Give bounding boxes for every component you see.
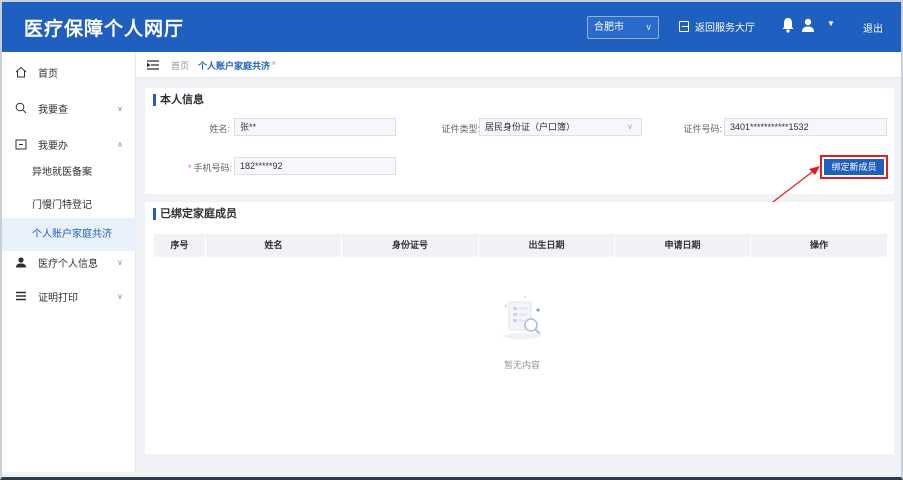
column-header: 申请日期 xyxy=(615,234,751,257)
sidebar-item-label: 首页 xyxy=(38,68,58,80)
back-to-service-hall-link[interactable]: 返回服务大厅 xyxy=(679,19,755,34)
close-icon[interactable]: × xyxy=(271,58,276,68)
home-icon xyxy=(15,66,27,78)
sidebar-item-home[interactable]: 首页 xyxy=(2,54,136,90)
folder-icon xyxy=(15,139,27,150)
top-header: 医疗保障个人网厅 合肥市 ∨ 返回服务大厅 ▼ 退出 xyxy=(2,2,901,52)
bind-new-member-button[interactable]: 绑定新成员 xyxy=(824,159,884,175)
column-header: 操作 xyxy=(809,240,828,250)
bind-new-member-highlight: 绑定新成员 xyxy=(820,155,888,179)
city-select-value: 合肥市 xyxy=(594,22,624,33)
chevron-down-icon: ∨ xyxy=(645,22,652,32)
family-members-title: 已绑定家庭成员 xyxy=(153,208,237,220)
user-menu-caret-icon[interactable]: ▼ xyxy=(827,19,835,28)
sidebar-item-medical-info[interactable]: 医疗个人信息 ∨ xyxy=(2,244,136,280)
chevron-down-icon: ∨ xyxy=(627,122,633,131)
app-frame: 医疗保障个人网厅 合肥市 ∨ 返回服务大厅 ▼ 退出 首页 我要查 ∨ 我要办 … xyxy=(0,0,903,480)
name-value: 张** xyxy=(240,122,257,132)
empty-data-icon xyxy=(503,296,541,339)
search-icon xyxy=(15,102,27,114)
city-select[interactable]: 合肥市 ∨ xyxy=(587,16,659,39)
exit-icon xyxy=(679,21,689,32)
personal-info-title: 本人信息 xyxy=(153,94,204,106)
sidebar-item-query[interactable]: 我要查 ∨ xyxy=(2,90,136,126)
sidebar: 首页 我要查 ∨ 我要办 ∧ 异地就医备案 门慢门特登记 个人账户家庭共济 医疗… xyxy=(2,52,136,472)
name-label: 姓名: xyxy=(209,124,230,134)
logout-button[interactable]: 退出 xyxy=(863,20,883,35)
phone-label-text: 手机号码: xyxy=(193,163,232,173)
tab-family-mutual-aid[interactable]: 个人账户家庭共济 xyxy=(198,59,270,72)
column-header: 身份证号 xyxy=(342,234,479,257)
family-table-header: 序号 姓名 身份证号 出生日期 申请日期 操作 xyxy=(154,234,887,257)
empty-state-text: 暂无内容 xyxy=(503,360,540,370)
sidebar-item-label: 证明打印 xyxy=(38,292,78,304)
chevron-down-icon: ∨ xyxy=(117,257,123,267)
sidebar-item-label: 我要办 xyxy=(38,140,68,152)
bell-icon[interactable] xyxy=(781,17,795,33)
phone-field[interactable]: 182*****92 xyxy=(234,157,396,175)
back-link-label: 返回服务大厅 xyxy=(695,23,755,34)
sidebar-item-label: 医疗个人信息 xyxy=(38,258,98,270)
sidebar-subitem-remote-medical[interactable]: 异地就医备案 xyxy=(2,156,136,189)
tab-bar: 首页 个人账户家庭共济 × xyxy=(136,52,901,78)
column-header: 序号 xyxy=(154,234,206,257)
id-type-value: 居民身份证（户口簿） xyxy=(485,122,576,132)
id-number-value: 3401***********1532 xyxy=(730,122,809,132)
menu-icon xyxy=(16,291,26,301)
user-avatar-icon[interactable] xyxy=(801,17,815,33)
sidebar-item-certificate-print[interactable]: 证明打印 ∨ xyxy=(2,278,136,314)
id-type-select[interactable]: 居民身份证（户口簿） ∨ xyxy=(479,118,642,136)
app-title: 医疗保障个人网厅 xyxy=(24,19,185,40)
user-icon xyxy=(16,257,26,268)
name-field: 张** xyxy=(234,118,396,136)
collapse-menu-icon[interactable] xyxy=(147,60,159,70)
id-type-label: 证件类型: xyxy=(441,124,480,134)
chevron-up-icon: ∧ xyxy=(117,139,123,149)
required-mark: * xyxy=(187,163,192,173)
id-number-field: 3401***********1532 xyxy=(724,118,887,136)
tab-home[interactable]: 首页 xyxy=(171,59,189,72)
phone-value: 182*****92 xyxy=(240,161,283,171)
chevron-down-icon: ∨ xyxy=(117,291,123,301)
sidebar-item-label: 我要查 xyxy=(38,104,68,116)
id-number-label: 证件号码: xyxy=(683,124,722,134)
phone-label: * 手机号码: xyxy=(172,161,232,174)
column-header: 姓名 xyxy=(206,234,342,257)
column-header: 出生日期 xyxy=(479,234,615,257)
chevron-down-icon: ∨ xyxy=(117,103,123,113)
